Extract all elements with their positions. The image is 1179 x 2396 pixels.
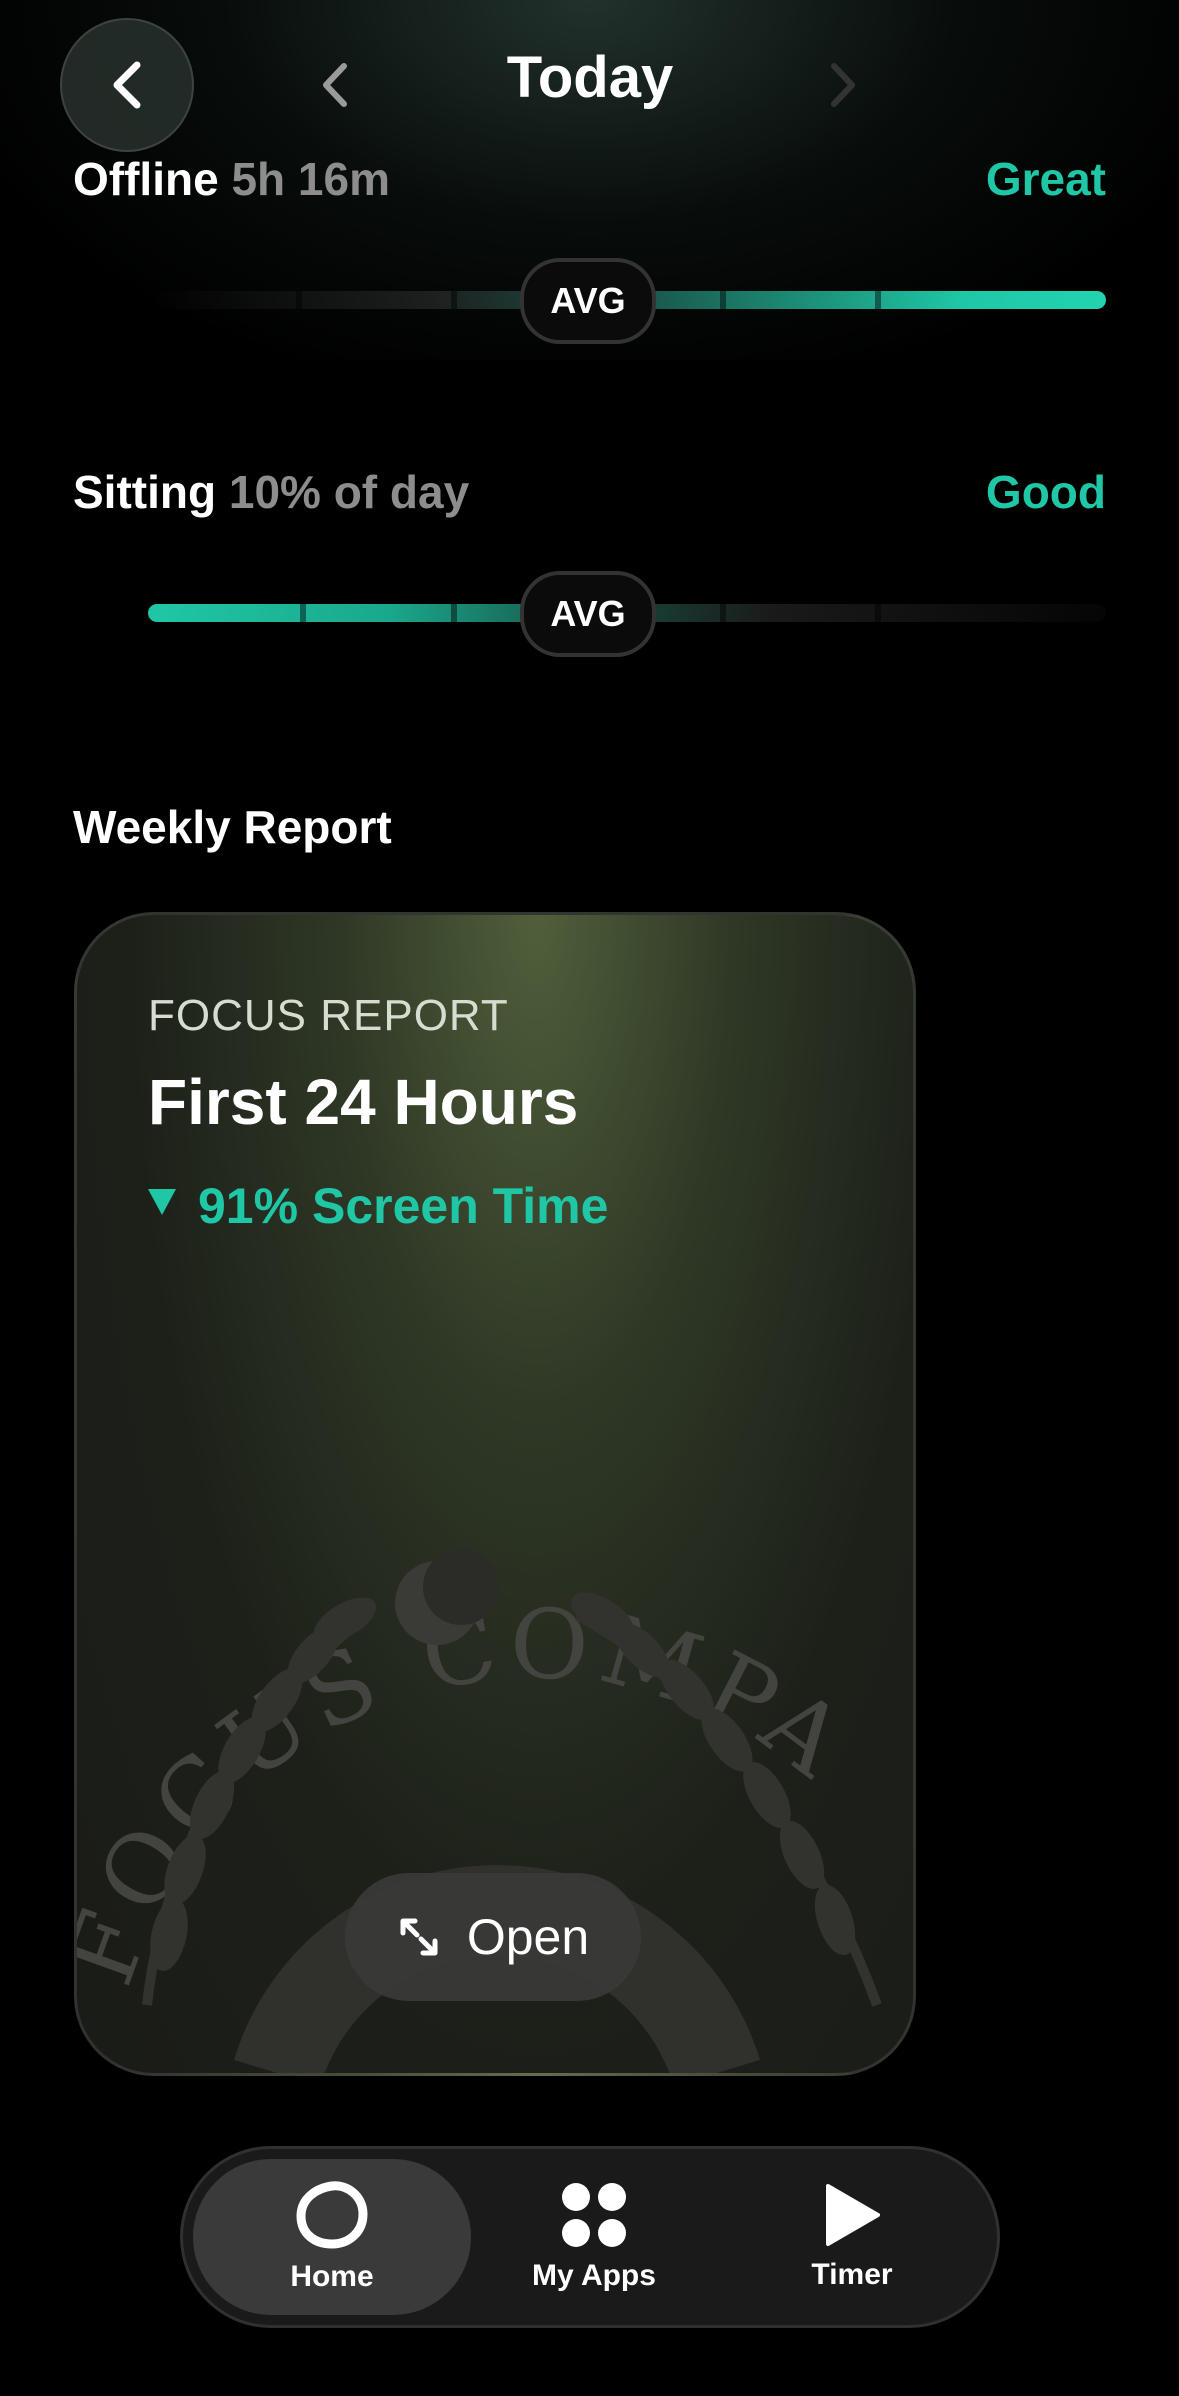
tab-timer[interactable]: Timer [713, 2159, 991, 2315]
sitting-metric-label: Sitting 10% of day [73, 465, 469, 519]
open-button[interactable]: Open [345, 1873, 641, 2001]
sitting-value: 10% of day [228, 466, 470, 518]
offline-scale: AVG [148, 258, 1106, 344]
section-title-weekly-report: Weekly Report [73, 801, 392, 853]
focus-report-card[interactable]: FOCUS REPORT First 24 Hours 91% Screen T… [74, 912, 916, 2076]
play-icon [826, 2184, 880, 2246]
tab-label: My Apps [532, 2259, 656, 2292]
scale-tick [875, 291, 881, 309]
avg-marker: AVG [520, 571, 656, 657]
tab-label: Timer [811, 2258, 893, 2291]
next-day-button[interactable] [808, 50, 878, 120]
card-title: First 24 Hours [148, 1066, 579, 1138]
scale-tick [451, 604, 457, 622]
scale-tick [720, 291, 726, 309]
home-blob-icon [296, 2181, 368, 2249]
sitting-scale: AVG [148, 571, 1106, 657]
card-stat-text: 91% Screen Time [198, 1178, 609, 1234]
back-button[interactable] [60, 18, 194, 152]
offline-rating: Great [985, 153, 1106, 205]
offline-label: Offline [73, 153, 219, 205]
open-button-label: Open [466, 1909, 590, 1965]
scale-tick [451, 291, 457, 309]
scale-tick [720, 604, 726, 622]
scale-tick [296, 291, 302, 309]
apps-grid-icon [562, 2183, 626, 2247]
tab-my-apps[interactable]: My Apps [455, 2159, 733, 2315]
down-triangle-icon [148, 1189, 176, 1215]
tab-bar: Home My Apps Timer [180, 2146, 1000, 2328]
offline-metric-label: Offline 5h 16m [73, 152, 390, 206]
offline-value: 5h 16m [231, 153, 390, 205]
chevron-left-icon [323, 63, 347, 107]
previous-day-button[interactable] [300, 50, 370, 120]
tab-home[interactable]: Home [193, 2159, 471, 2315]
card-eyebrow: FOCUS REPORT [148, 991, 509, 1040]
card-stat: 91% Screen Time [148, 1177, 608, 1235]
tab-label: Home [290, 2260, 374, 2293]
chevron-right-icon [831, 63, 855, 107]
scale-tick [300, 604, 306, 622]
chevron-left-icon [113, 61, 141, 109]
sitting-label: Sitting [73, 466, 217, 518]
avg-marker: AVG [520, 258, 656, 344]
sitting-rating: Good [985, 466, 1106, 518]
scale-tick [875, 604, 881, 622]
expand-icon [400, 1918, 438, 1956]
page-title: Today [506, 45, 674, 110]
